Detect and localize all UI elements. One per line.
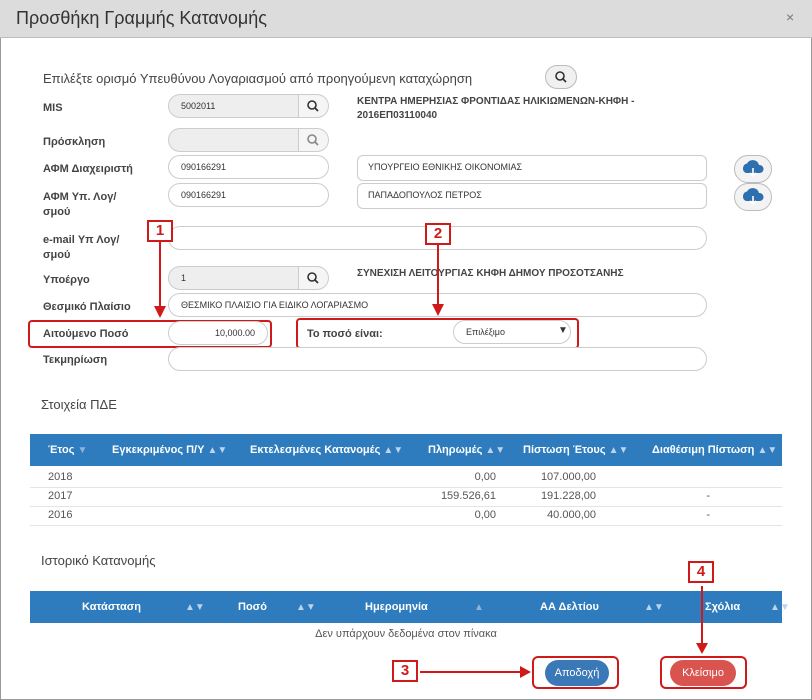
annotation-arrows (154, 241, 708, 678)
annotation-1: 1 (147, 220, 173, 242)
annotation-3: 3 (392, 660, 418, 682)
annotation-2: 2 (425, 223, 451, 245)
annotation-4: 4 (688, 561, 714, 583)
